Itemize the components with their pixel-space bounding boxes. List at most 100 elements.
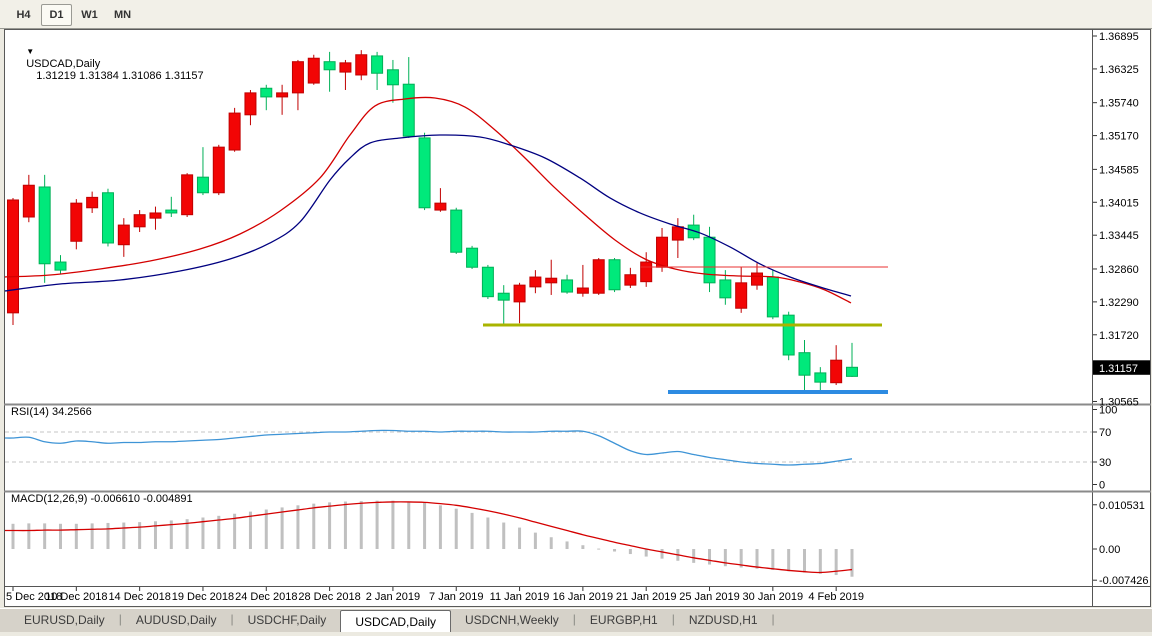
rsi-line (5, 430, 852, 465)
macd-histogram-bar (566, 541, 569, 549)
candle-bear (87, 197, 98, 207)
candle-bear (514, 285, 525, 302)
macd-axis-label: -0.007426 (1099, 575, 1149, 587)
candle-bull (166, 210, 177, 213)
candle-bear (340, 63, 351, 72)
price-axis-label: 1.34015 (1099, 197, 1139, 209)
chart-title: ▼ USDCAD,Daily 1.31219 1.31384 1.31086 1… (14, 34, 204, 94)
price-axis-label: 1.35170 (1099, 131, 1139, 143)
candle-bull (261, 88, 272, 97)
macd-histogram-bar (376, 501, 379, 549)
macd-histogram-bar (75, 524, 78, 549)
rsi-axis-label: 70 (1099, 427, 1111, 439)
chevron-down-icon[interactable]: ▼ (26, 47, 34, 56)
candle-bear (213, 147, 224, 193)
rsi-axis-label: 30 (1099, 457, 1111, 469)
macd-histogram-bar (597, 549, 600, 550)
candle-bear (530, 277, 541, 287)
date-label: 24 Dec 2018 (235, 591, 297, 603)
date-label: 25 Jan 2019 (679, 591, 740, 603)
candle-bull (783, 315, 794, 355)
macd-histogram-bar (27, 523, 30, 549)
price-axis-label: 1.31720 (1099, 330, 1139, 342)
price-axis-label: 1.32290 (1099, 297, 1139, 309)
candle-bull (799, 353, 810, 376)
chart-ohlc-values: 1.31219 1.31384 1.31086 1.31157 (36, 70, 203, 82)
candle-bear (672, 227, 683, 240)
macd-histogram-bar (708, 549, 711, 565)
macd-histogram-bar (629, 549, 632, 554)
macd-histogram-bar (803, 549, 806, 573)
tab-eurusd-daily[interactable]: EURUSD,Daily (10, 609, 119, 632)
rsi-axis-label: 100 (1099, 405, 1117, 417)
date-label: 7 Jan 2019 (429, 591, 483, 603)
candle-bear (23, 185, 34, 217)
candle-bear (736, 283, 747, 308)
tab-usdchf-daily[interactable]: USDCHF,Daily (234, 609, 341, 632)
macd-histogram-bar (486, 518, 489, 550)
price-axis-label: 1.32860 (1099, 264, 1139, 276)
candle-bear (118, 225, 129, 245)
candle-bull (403, 84, 414, 136)
macd-histogram-bar (217, 516, 220, 549)
candle-bull (846, 367, 857, 376)
macd-histogram-bar (423, 503, 426, 549)
candle-bull (609, 260, 620, 290)
timeframe-button-h4[interactable]: H4 (8, 4, 39, 26)
chart-canvas[interactable]: 1.368951.363251.357401.351701.345851.340… (4, 29, 1151, 607)
timeframe-button-mn[interactable]: MN (107, 4, 138, 26)
candle-bear (71, 203, 82, 241)
macd-histogram-bar (613, 549, 616, 552)
candle-bear (150, 213, 161, 218)
macd-histogram-bar (787, 549, 790, 571)
timeframe-button-w1[interactable]: W1 (74, 4, 105, 26)
macd-histogram-bar (59, 524, 62, 549)
macd-histogram-bar (692, 549, 695, 563)
main-price-pane (5, 50, 888, 393)
macd-histogram-bar (122, 523, 125, 549)
macd-histogram-bar (328, 502, 331, 549)
macd-histogram-bar (312, 504, 315, 549)
candle-bear (277, 93, 288, 97)
candle-bear (435, 203, 446, 210)
date-label: 21 Jan 2019 (616, 591, 677, 603)
macd-histogram-bar (518, 528, 521, 549)
rsi-indicator-label: RSI(14) 34.2566 (11, 406, 92, 418)
candle-bear (625, 275, 636, 285)
candle-bull (102, 193, 113, 243)
candle-bull (372, 56, 383, 73)
macd-histogram-bar (344, 502, 347, 549)
date-label: 30 Jan 2019 (743, 591, 804, 603)
tab-nzdusd-h1[interactable]: NZDUSD,H1 (675, 609, 772, 632)
date-label: 16 Jan 2019 (553, 591, 614, 603)
macd-histogram-bar (106, 523, 109, 549)
candle-bull (720, 280, 731, 298)
macd-axis-label: 0.010531 (1099, 500, 1145, 512)
date-label: 10 Dec 2018 (45, 591, 107, 603)
candle-bear (8, 200, 19, 313)
macd-axis-label: 0.00 (1099, 544, 1120, 556)
date-label: 19 Dec 2018 (172, 591, 234, 603)
tab-audusd-daily[interactable]: AUDUSD,Daily (122, 609, 231, 632)
price-axis-label: 1.36895 (1099, 31, 1139, 43)
date-axis[interactable]: 5 Dec 201810 Dec 201814 Dec 201819 Dec 2… (6, 587, 864, 603)
date-label: 28 Dec 2018 (298, 591, 360, 603)
timeframe-button-d1[interactable]: D1 (41, 4, 72, 26)
macd-pane (5, 501, 853, 577)
macd-histogram-bar (819, 549, 822, 574)
macd-histogram-bar (534, 533, 537, 549)
price-axis-label: 1.35740 (1099, 98, 1139, 110)
candle-bull (704, 237, 715, 283)
price-axis[interactable]: 1.368951.363251.357401.351701.345851.340… (1093, 31, 1150, 587)
pane-divider-main-rsi[interactable] (4, 404, 1151, 406)
macd-histogram-bar (12, 524, 15, 549)
macd-histogram-bar (265, 510, 268, 549)
candle-bear (831, 360, 842, 383)
tab-eurgbp-h1[interactable]: EURGBP,H1 (576, 609, 672, 632)
candle-bear (182, 175, 193, 215)
candle-bear (245, 93, 256, 115)
candle-bear (752, 273, 763, 285)
current-price-value: 1.31157 (1099, 363, 1138, 375)
tab-usdcnh-weekly[interactable]: USDCNH,Weekly (451, 609, 573, 632)
tab-usdcad-daily[interactable]: USDCAD,Daily (340, 610, 451, 632)
